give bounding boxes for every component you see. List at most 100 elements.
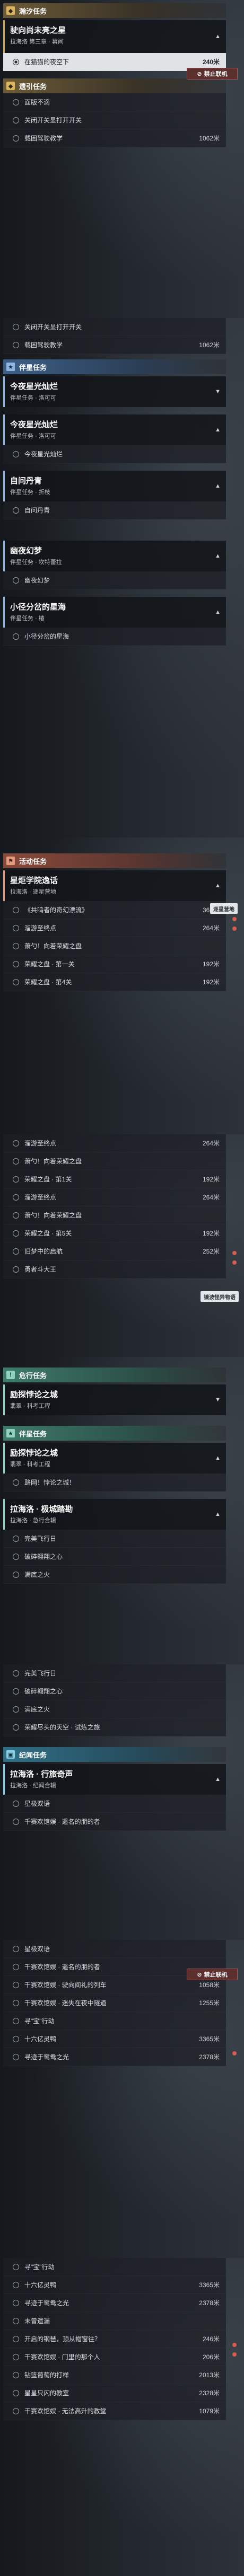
quest-step[interactable]: 寻"宝"行动	[3, 2258, 226, 2276]
circle-icon	[13, 117, 19, 123]
diamond-icon: ◆	[6, 82, 15, 90]
circle-icon	[13, 1158, 19, 1165]
quest-step[interactable]: 载困驾驶教学 1062米	[3, 336, 226, 354]
side-markers	[232, 2051, 237, 2061]
quest-step[interactable]: 完美飞行日	[3, 1530, 226, 1548]
quest-card[interactable]: 励探悖论之城 翡翠 · 科考工程 ▲	[3, 1443, 226, 1474]
quest-step[interactable]: 面版不滴	[3, 93, 226, 111]
warning-icon: !	[6, 1371, 15, 1379]
quest-card[interactable]: 今夜星光灿烂 伴星任务 · 洛可可 ▼	[3, 376, 226, 407]
circle-icon	[13, 924, 19, 931]
chevron-up-icon: ▲	[215, 609, 221, 615]
quest-step[interactable]: 寻迹于鸳鸯之光 2378米	[3, 2294, 226, 2312]
quest-step[interactable]: 荣耀之盘 · 第1关 192米	[3, 1170, 226, 1188]
flag-icon: ⚑	[6, 857, 15, 865]
target-icon	[13, 58, 19, 65]
circle-icon	[13, 1535, 19, 1542]
circle-icon	[13, 2353, 19, 2360]
circle-icon	[13, 1981, 19, 1988]
circle-icon	[13, 1553, 19, 1560]
quest-step[interactable]: 寻迹于鸳鸯之光 2378米	[3, 2048, 226, 2066]
chevron-down-icon: ▼	[215, 1397, 221, 1403]
circle-icon	[13, 960, 19, 967]
quest-step[interactable]: 载困驾驶教学 1062米	[3, 129, 226, 147]
quest-card[interactable]: 励探悖论之城 翡翠 · 科考工程 ▼	[3, 1384, 226, 1415]
quest-card[interactable]: 自问丹青 伴星任务 · 折枝 ▲	[3, 471, 226, 501]
quest-step[interactable]: 荣耀之盘 · 第4关 192米	[3, 973, 226, 991]
location-badge: 逐星营地	[210, 903, 238, 914]
circle-icon	[13, 577, 19, 584]
quest-step[interactable]: 千赛欢馆娱 · 遥名的朋的者	[3, 1813, 226, 1831]
quest-step[interactable]: 星星只闪的教室 2328米	[3, 2384, 226, 2402]
quest-step[interactable]: 满底之火	[3, 1566, 226, 1584]
chevron-down-icon: ▼	[215, 389, 221, 395]
panel-section: ! 危行任务 励探悖论之城 翡翠 · 科考工程 ▼ ★ 伴星任务 励探悖论之城 …	[0, 1357, 244, 1664]
side-markers	[232, 2343, 237, 2362]
quest-step[interactable]: 千赛欢馆娱 · 无法高升的教堂 1079米	[3, 2402, 226, 2420]
quest-step[interactable]: 未曾遗漏	[3, 2312, 226, 2330]
circle-icon	[13, 2263, 19, 2270]
quest-step[interactable]: 《共鸣者的奇幻漂流》362米	[3, 901, 226, 919]
circle-icon	[13, 633, 19, 640]
quest-step[interactable]: 今夜星光灿烂	[3, 445, 226, 463]
quest-step[interactable]: 关闭开关显打开开关	[3, 318, 226, 336]
chevron-up-icon: ▲	[215, 883, 221, 889]
circle-icon	[13, 1140, 19, 1146]
circle-icon	[13, 2317, 19, 2324]
circle-icon	[13, 1266, 19, 1273]
quest-step[interactable]: 十六亿灵鸭 3365米	[3, 2030, 226, 2048]
panel-section: 星极双语 千赛欢馆娱 · 遥名的朋的者 千赛欢馆娱 · 驶向间礼的列车 1058米…	[0, 1940, 244, 2258]
quest-step[interactable]: 幽夜幻梦	[3, 571, 226, 589]
section-header-danger: ! 危行任务	[3, 1368, 226, 1382]
section-header-story: ◆ 瀚汐任务	[3, 3, 226, 18]
chevron-up-icon: ▲	[215, 553, 221, 559]
quest-step[interactable]: 旧梦中的启航 252米	[3, 1242, 226, 1260]
circle-icon	[13, 2407, 19, 2414]
quest-step[interactable]: 荣耀之盘 · 第一关 192米	[3, 955, 226, 973]
quest-card[interactable]: 小径分岔的星海 伴星任务 · 椿 ▲	[3, 597, 226, 628]
quest-step[interactable]: 荣耀尽头的天空 · 试炼之旅	[3, 1718, 226, 1736]
circle-icon	[13, 341, 19, 348]
quest-step[interactable]: 荣耀之盘 · 第5关 192米	[3, 1224, 226, 1242]
quest-step[interactable]: 自问丹青	[3, 501, 226, 519]
quest-step[interactable]: 萧勺！向着荣耀之盘	[3, 1152, 226, 1170]
book-icon: ▣	[6, 1750, 15, 1759]
quest-step[interactable]: 萧勺！向着荣耀之盘	[3, 937, 226, 955]
quest-step[interactable]: 千赛欢馆娱 · 门里的那个人 206米	[3, 2348, 226, 2366]
quest-card[interactable]: 今夜星光灿烂 伴星任务 · 洛可可 ▲	[3, 414, 226, 445]
quest-step[interactable]: 千赛欢馆娱 · 迷失在夜中隧道 1255米	[3, 1994, 226, 2012]
quest-step[interactable]: 萧勺！向着荣耀之盘	[3, 1206, 226, 1224]
quest-card[interactable]: 幽夜幻梦 伴星任务 · 坎特蕾拉 ▲	[3, 541, 226, 571]
chevron-up-icon: ▲	[215, 1511, 221, 1518]
quest-step[interactable]: 关闭开关显打开开关	[3, 111, 226, 129]
quest-card[interactable]: 驶向尚未亮之星 拉海洛 第三章 · 幕间 ▲	[3, 20, 226, 53]
quest-step[interactable]: 钻篮葡萄的打样 2013米	[3, 2366, 226, 2384]
side-markers	[232, 1251, 237, 1270]
quest-card[interactable]: 拉海洛 · 极城踏勘 拉海洛 · 急行合辑 ▲	[3, 1499, 226, 1530]
quest-card[interactable]: 拉海洛 · 行旅奇声 拉海洛 · 纪闻合辑 ▲	[3, 1764, 226, 1795]
quest-step[interactable]: 路网！悖论之城！	[3, 1474, 226, 1492]
lock-icon: ⊘	[197, 1971, 202, 1978]
quest-step[interactable]: 溜游至终点 264米	[3, 919, 226, 937]
lock-icon: ⊘	[197, 70, 202, 77]
quest-step[interactable]: 勇者斗大王	[3, 1260, 226, 1278]
panel-section: 完美飞行日 破碎翱翔之心 满底之火 荣耀尽头的天空 · 试炼之旅 ▣ 纪闻任务 …	[0, 1664, 244, 1940]
quest-step[interactable]: 小径分岔的星海	[3, 628, 226, 646]
quest-step[interactable]: 星极双语	[3, 1940, 226, 1958]
star-icon: ★	[6, 363, 15, 371]
circle-icon	[13, 2389, 19, 2396]
quest-step[interactable]: 溜游至终点 264米	[3, 1134, 226, 1152]
quest-step[interactable]: 破碎翱翔之心	[3, 1548, 226, 1566]
quest-step[interactable]: 满底之火	[3, 1700, 226, 1718]
quest-step[interactable]: 破碎翱翔之心	[3, 1682, 226, 1700]
quest-step[interactable]: 溜游至终点 264米	[3, 1188, 226, 1206]
quest-step[interactable]: 十六亿灵鸭 3365米	[3, 2276, 226, 2294]
circle-icon	[13, 451, 19, 457]
quest-step[interactable]: 开启的钢琶，顶从帽窗往？ 246米	[3, 2330, 226, 2348]
quest-step[interactable]: 星极双语	[3, 1795, 226, 1813]
quest-step[interactable]: 寻"宝"行动	[3, 2012, 226, 2030]
circle-icon	[13, 1212, 19, 1219]
quest-step[interactable]: 完美飞行日	[3, 1664, 226, 1682]
circle-icon	[13, 2299, 19, 2306]
quest-card[interactable]: 星炬学院逸话 拉海洛 · 逐星营地 ▲	[3, 870, 226, 901]
